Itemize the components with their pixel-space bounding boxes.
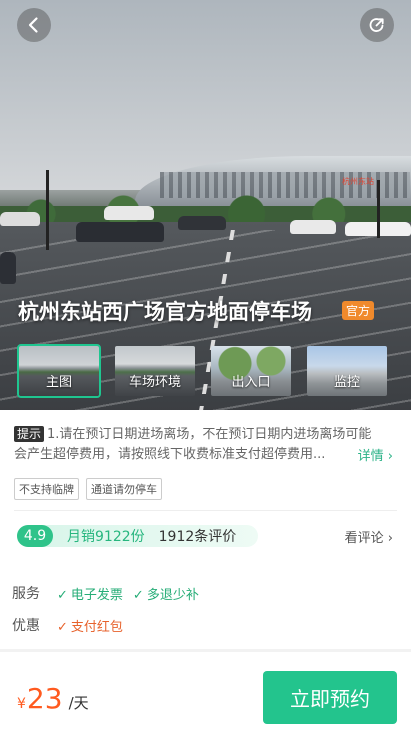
detail-link[interactable]: 详情 › [353,445,393,464]
thumbnail-monitoring[interactable]: 监控 [305,344,389,398]
thumbnail-environment[interactable]: 车场环境 [113,344,197,398]
official-badge: 官方 [342,301,375,320]
check-icon: ✓ [57,587,68,603]
review-count: 1912条评价 [158,529,237,545]
divider [14,510,397,511]
check-icon: ✓ [132,587,144,603]
thumbnail-entrance[interactable]: 出入口 [209,344,293,398]
monthly-sales: 月销9122份 [67,529,145,545]
service-item: ✓ 多退少补 [132,587,199,603]
service-item: ✓ 电子发票 [57,587,123,603]
tag-list: 不支持临牌 通道请勿停车 [14,478,162,500]
book-now-button[interactable]: 立即预约 [263,671,397,724]
check-icon: ✓ [57,619,68,635]
back-button[interactable] [17,8,51,42]
notice-text: 提示 1.请在预订日期进场离场，不在预订日期内进场离场可能 会产生超停费用，请按照… [14,426,372,462]
rating-score: 4.9 [17,525,53,547]
station-sign: 杭州东站 [342,177,374,186]
rating-bar: 4.9 月销9122份 1912条评价 [17,525,258,547]
share-icon [369,18,384,32]
services-section: 服务 ✓ 电子发票 ✓ 多退少补 优惠 ✓ 支付红包 [0,573,411,649]
hero-image[interactable]: 杭州东站 杭州东站西广场官方地面停车场 官方 主图 车场环境 出入口 监控 [0,0,411,410]
bottom-bar: ¥ 23 /天 立即预约 [0,652,411,731]
see-reviews-link[interactable]: 看评论 › [345,527,393,546]
share-button[interactable] [360,8,394,42]
currency-symbol: ¥ [17,696,26,712]
price: ¥ 23 /天 [17,682,89,715]
tag-item: 通道请勿停车 [86,478,162,500]
service-row: 服务 ✓ 电子发票 ✓ 多退少补 [12,583,209,603]
parking-lot-title: 杭州东站西广场官方地面停车场 [18,300,312,324]
parking-detail-page: 杭州东站 杭州东站西广场官方地面停车场 官方 主图 车场环境 出入口 监控 提示… [0,0,411,731]
tag-item: 不支持临牌 [14,478,79,500]
discount-row: 优惠 ✓ 支付红包 [12,615,133,635]
thumbnail-strip: 主图 车场环境 出入口 监控 [17,344,389,398]
price-unit: /天 [68,694,89,712]
service-label: 服务 [12,586,40,602]
info-section: 提示 1.请在预订日期进场离场，不在预订日期内进场离场可能 会产生超停费用，请按照… [0,410,411,573]
thumbnail-main[interactable]: 主图 [17,344,101,398]
notice-tag: 提示 [14,426,45,442]
price-value: 23 [26,682,63,715]
discount-label: 优惠 [12,618,40,634]
discount-item: ✓ 支付红包 [57,619,123,635]
chevron-left-icon [28,17,38,33]
